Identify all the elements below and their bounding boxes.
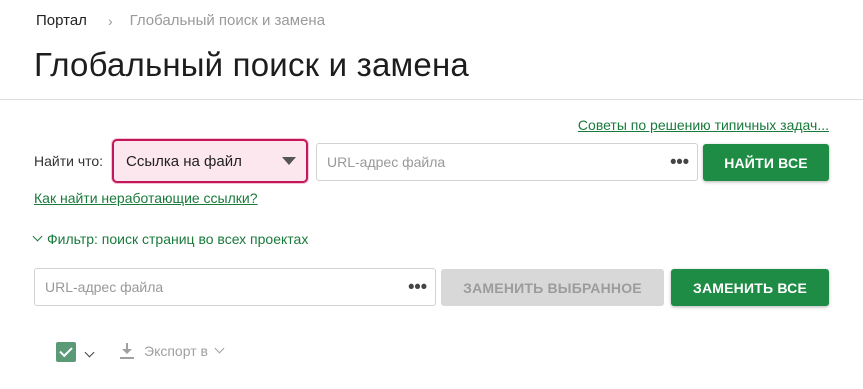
filter-toggle[interactable]: Фильтр: поиск страниц во всех проектах (32, 231, 309, 247)
caret-down-icon (282, 157, 296, 165)
breadcrumb-portal-link[interactable]: Портал (36, 12, 87, 29)
breadcrumb: Портал › Глобальный поиск и замена (36, 12, 325, 29)
checkmark-icon (59, 343, 73, 358)
export-label: Экспорт в (144, 343, 208, 359)
breadcrumb-current: Глобальный поиск и замена (129, 12, 326, 29)
find-label: Найти что: (34, 153, 104, 169)
replace-selected-button[interactable]: ЗАМЕНИТЬ ВЫБРАННОЕ (441, 269, 664, 306)
find-url-placeholder: URL-адрес файла (327, 154, 446, 170)
find-url-input[interactable]: URL-адрес файла ••• (316, 143, 698, 181)
breadcrumb-separator: › (107, 12, 113, 29)
search-type-value: Ссылка на файл (126, 152, 242, 170)
ellipsis-icon[interactable]: ••• (408, 277, 427, 298)
ellipsis-icon[interactable]: ••• (670, 152, 689, 173)
select-all-checkbox[interactable] (56, 342, 76, 362)
filter-label: Фильтр: поиск страниц во всех проектах (47, 231, 309, 247)
replace-all-button[interactable]: ЗАМЕНИТЬ ВСЕ (671, 269, 829, 306)
chevron-down-icon (32, 231, 43, 241)
chevron-down-icon (214, 343, 225, 353)
export-dropdown[interactable]: Экспорт в (120, 343, 225, 359)
tips-link[interactable]: Советы по решению типичных задач... (578, 117, 829, 133)
chevron-down-icon (84, 347, 95, 358)
header-divider (0, 99, 863, 100)
select-options-dropdown[interactable] (84, 346, 99, 364)
replace-url-placeholder: URL-адрес файла (45, 279, 164, 295)
page-title: Глобальный поиск и замена (34, 46, 469, 83)
download-icon (120, 343, 134, 359)
replace-url-input[interactable]: URL-адрес файла ••• (34, 268, 436, 306)
search-type-select[interactable]: Ссылка на файл (112, 139, 308, 183)
broken-links-help-link[interactable]: Как найти неработающие ссылки? (34, 190, 258, 206)
find-all-button[interactable]: НАЙТИ ВСЕ (703, 144, 829, 181)
